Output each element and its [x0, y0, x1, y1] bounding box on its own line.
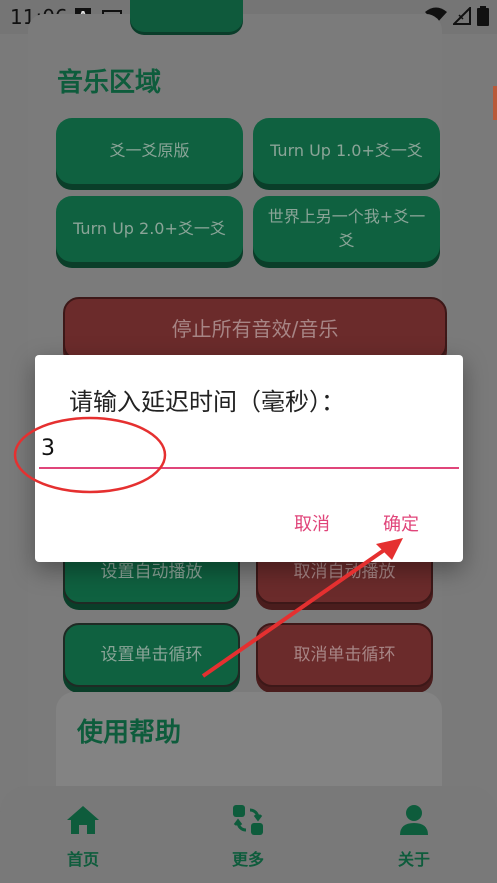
- music-button-turnup2[interactable]: Turn Up 2.0+爻一爻: [56, 196, 243, 262]
- nav-item-more[interactable]: 更多: [208, 802, 288, 870]
- dialog-title: 请输入延迟时间（毫秒）：: [69, 388, 345, 416]
- signal-icon: [453, 7, 471, 25]
- home-icon: [67, 806, 99, 834]
- cancel-loop-button[interactable]: 取消单击循环: [256, 623, 433, 687]
- stop-all-button[interactable]: 停止所有音效/音乐: [63, 297, 447, 361]
- nav-item-home[interactable]: 首页: [43, 802, 123, 870]
- music-button-turnup1[interactable]: Turn Up 1.0+爻一爻: [253, 118, 440, 184]
- nav-about-label: 关于: [397, 850, 430, 869]
- dialog-confirm-button[interactable]: 确定: [383, 510, 419, 536]
- swap-grid-icon: [233, 805, 263, 835]
- delay-input[interactable]: [39, 433, 459, 469]
- delay-input-dialog: 请输入延迟时间（毫秒）： 取消 确定: [35, 355, 463, 562]
- music-button-another-me[interactable]: 世界上另一个我+爻一爻: [253, 196, 440, 262]
- music-button-original[interactable]: 爻一爻原版: [56, 118, 243, 184]
- set-loop-button[interactable]: 设置单击循环: [63, 623, 240, 687]
- battery-icon: [477, 6, 489, 26]
- edge-indicator: [493, 86, 497, 120]
- help-section-title: 使用帮助: [77, 718, 182, 748]
- music-section-title: 音乐区域: [57, 68, 162, 98]
- nav-item-about[interactable]: 关于: [374, 802, 454, 870]
- nav-more-label: 更多: [231, 850, 264, 869]
- bottom-nav: 首页 更多 关于: [0, 786, 497, 883]
- user-icon: [400, 805, 428, 835]
- dialog-cancel-button[interactable]: 取消: [294, 510, 330, 536]
- nav-home-label: 首页: [66, 850, 99, 869]
- top-button-fragment[interactable]: [130, 0, 243, 32]
